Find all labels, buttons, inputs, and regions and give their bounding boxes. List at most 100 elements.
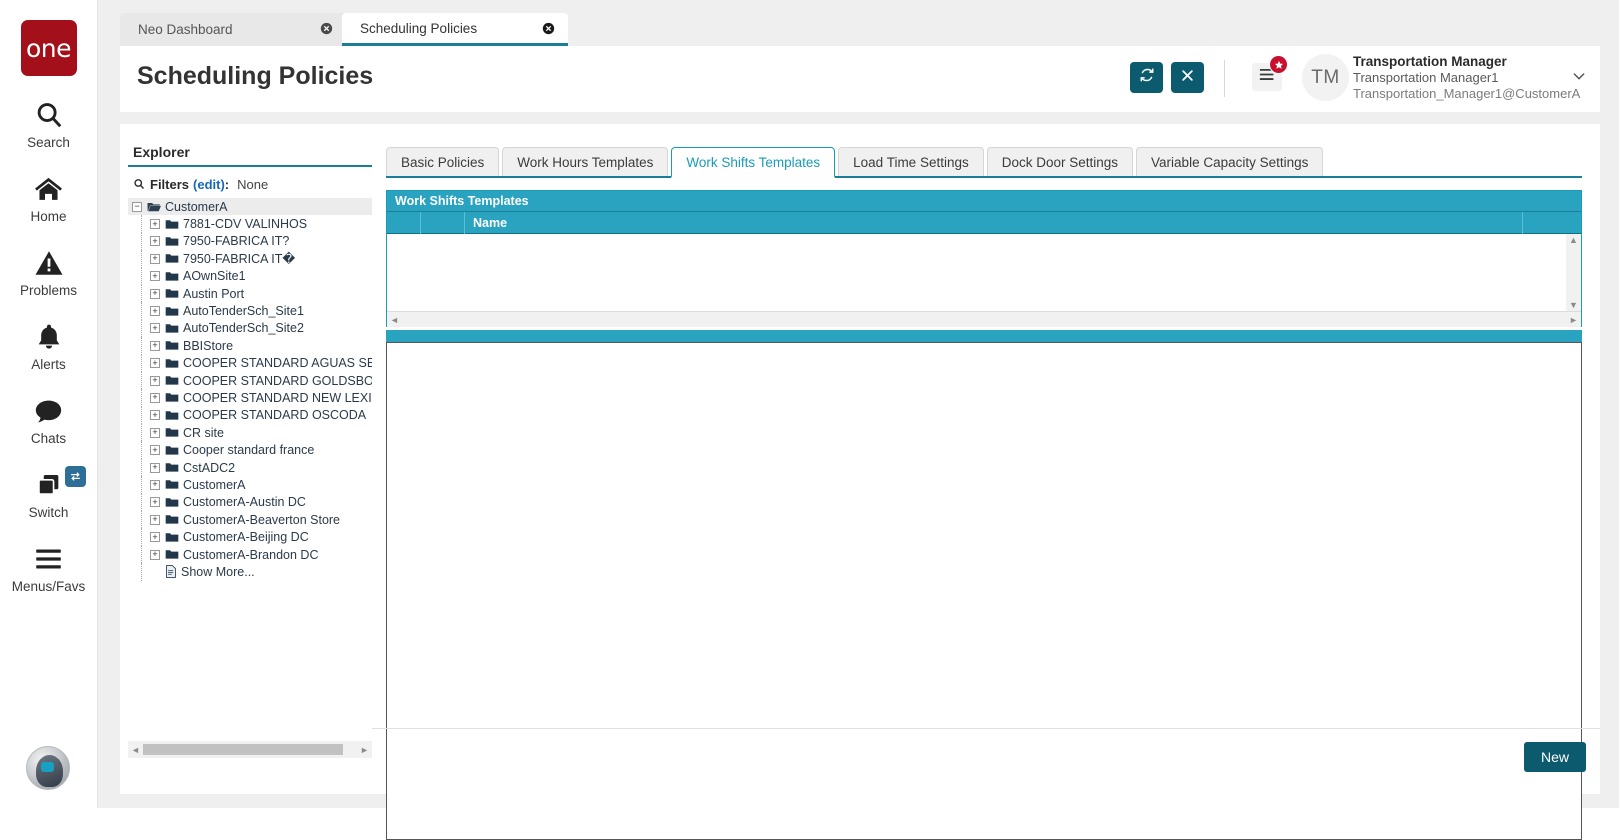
grid-body[interactable]: ▲ ▼ xyxy=(387,234,1581,311)
tree-node[interactable]: + COOPER STANDARD AGUAS SEALING (3 xyxy=(128,354,372,373)
expand-toggle-icon[interactable]: + xyxy=(150,479,160,490)
tree-node-label: Show More... xyxy=(181,564,255,579)
notifications-menu-button[interactable] xyxy=(1252,55,1288,91)
expand-toggle-icon[interactable]: + xyxy=(150,288,160,299)
expand-toggle-icon[interactable]: + xyxy=(150,462,160,473)
tree-show-more[interactable]: Show More... xyxy=(128,563,372,581)
tree-node[interactable]: + CustomerA-Beijing DC xyxy=(128,528,372,547)
tree-node[interactable]: + CustomerA-Austin DC xyxy=(128,493,372,512)
expand-toggle-icon[interactable]: + xyxy=(150,532,160,543)
folder-icon xyxy=(165,288,179,299)
tree-node[interactable]: + Austin Port xyxy=(128,284,372,303)
tree-node[interactable]: + CustomerA xyxy=(128,476,372,495)
scrollbar-thumb[interactable] xyxy=(143,744,343,755)
sidebar-item-chats[interactable]: Chats xyxy=(0,394,98,446)
folder-icon xyxy=(165,549,179,560)
grid-column-header[interactable] xyxy=(387,211,421,234)
explorer-horizontal-scrollbar[interactable]: ◄ ► xyxy=(128,741,372,758)
tree-node[interactable]: + AutoTenderSch_Site1 xyxy=(128,302,372,321)
expand-toggle-icon[interactable]: + xyxy=(150,497,160,508)
swap-arrows-icon[interactable] xyxy=(64,466,86,487)
grid-column-header[interactable]: Name xyxy=(465,211,1523,234)
tree-root-node[interactable]: − CustomerA xyxy=(128,198,372,216)
sidebar-item-switch[interactable]: Switch xyxy=(0,466,98,520)
tree-node[interactable]: + COOPER STANDARD GOLDSBORO xyxy=(128,371,372,390)
tab-variable-capacity-settings[interactable]: Variable Capacity Settings xyxy=(1136,147,1324,176)
avatar[interactable]: TM xyxy=(1302,54,1349,101)
tree-node[interactable]: + AOwnSite1 xyxy=(128,267,372,286)
expand-toggle-icon[interactable]: + xyxy=(150,219,160,230)
folder-icon xyxy=(165,253,179,264)
user-menu-toggle[interactable] xyxy=(1565,64,1593,92)
tree-node[interactable]: +7881-CDV VALINHOS xyxy=(128,215,372,234)
filters-value: None xyxy=(237,176,269,192)
close-icon[interactable] xyxy=(319,21,334,36)
tree-node[interactable]: +7950-FABRICA IT? xyxy=(128,232,372,251)
explorer-title: Explorer xyxy=(128,140,372,167)
expand-toggle-icon[interactable]: + xyxy=(150,358,160,369)
warning-triangle-icon xyxy=(34,246,64,280)
tree-node[interactable]: + CstADC2 xyxy=(128,458,372,477)
avatar-visor xyxy=(41,762,54,772)
scroll-up-arrow-icon[interactable]: ▲ xyxy=(1569,234,1578,246)
detail-panel[interactable] xyxy=(386,342,1582,840)
grid-vertical-scrollbar[interactable]: ▲ ▼ xyxy=(1566,234,1581,311)
expand-toggle-icon[interactable]: + xyxy=(150,392,160,403)
scroll-right-arrow-icon[interactable]: ► xyxy=(357,745,372,755)
expand-toggle-icon[interactable]: + xyxy=(150,549,160,560)
expand-toggle-icon[interactable]: + xyxy=(150,340,160,351)
tree-node[interactable]: + CustomerA-Beaverton Store xyxy=(128,511,372,529)
close-icon[interactable] xyxy=(541,21,556,36)
scroll-down-arrow-icon[interactable]: ▼ xyxy=(1569,299,1578,311)
tree-node[interactable]: +7950-FABRICA IT� xyxy=(128,250,372,268)
explorer-tree[interactable]: − CustomerA +7881-CDV VALINHOS +7950-FABR… xyxy=(128,198,372,722)
sidebar-item-problems[interactable]: Problems xyxy=(0,246,98,298)
tab-work-hours-templates[interactable]: Work Hours Templates xyxy=(502,147,669,176)
assistant-avatar[interactable] xyxy=(26,746,70,790)
tab-load-time-settings[interactable]: Load Time Settings xyxy=(838,147,984,176)
expand-toggle-icon[interactable]: + xyxy=(150,445,160,456)
tree-node[interactable]: + CustomerA-Brandon DC xyxy=(128,545,372,564)
sidebar-item-menus-favs[interactable]: Menus/Favs xyxy=(0,542,98,594)
app-logo-text: one xyxy=(25,33,72,63)
collapse-toggle-icon[interactable]: − xyxy=(132,201,142,212)
scroll-left-arrow-icon[interactable]: ◄ xyxy=(128,745,143,755)
detail-panel-header xyxy=(386,330,1582,342)
expand-toggle-icon[interactable]: + xyxy=(150,253,160,264)
expand-toggle-icon[interactable]: + xyxy=(150,410,160,421)
scroll-left-arrow-icon[interactable]: ◄ xyxy=(387,315,402,325)
grid-horizontal-scrollbar[interactable]: ◄ ► xyxy=(387,311,1581,327)
expand-toggle-icon[interactable]: + xyxy=(150,514,160,525)
new-button[interactable]: New xyxy=(1523,742,1586,772)
close-page-button[interactable] xyxy=(1171,62,1204,93)
scroll-right-arrow-icon[interactable]: ► xyxy=(1566,315,1581,325)
expand-toggle-icon[interactable]: + xyxy=(150,271,160,282)
grid-column-header[interactable] xyxy=(421,211,465,234)
expand-toggle-icon[interactable]: + xyxy=(150,375,160,386)
filters-edit-link[interactable]: (edit) xyxy=(193,177,225,192)
browser-tab-scheduling-policies[interactable]: Scheduling Policies xyxy=(342,13,568,46)
expand-toggle-icon[interactable]: + xyxy=(150,323,160,334)
expand-toggle-icon[interactable]: + xyxy=(150,306,160,317)
tab-basic-policies[interactable]: Basic Policies xyxy=(386,147,500,176)
app-logo[interactable]: one xyxy=(20,20,77,76)
sidebar-item-home[interactable]: Home xyxy=(0,172,98,224)
tree-node[interactable]: + AutoTenderSch_Site2 xyxy=(128,319,372,338)
expand-toggle-icon[interactable]: + xyxy=(150,427,160,438)
tree-node[interactable]: + CR site xyxy=(128,424,372,442)
tree-node-label: COOPER STANDARD AGUAS SEALING (3 xyxy=(183,356,372,371)
tree-node-label: AutoTenderSch_Site1 xyxy=(183,304,304,319)
expand-toggle-icon[interactable]: + xyxy=(150,236,160,247)
star-icon xyxy=(1269,55,1288,74)
tree-node[interactable]: + COOPER STANDARD NEW LEXINGTON xyxy=(128,389,372,408)
refresh-icon xyxy=(1139,67,1155,88)
tree-node[interactable]: + COOPER STANDARD OSCODA xyxy=(128,406,372,425)
sidebar-item-alerts[interactable]: Alerts xyxy=(0,320,98,372)
browser-tab-neo-dashboard[interactable]: Neo Dashboard xyxy=(120,13,346,46)
tree-node[interactable]: + Cooper standard france xyxy=(128,441,372,460)
refresh-button[interactable] xyxy=(1130,62,1163,93)
tab-dock-door-settings[interactable]: Dock Door Settings xyxy=(986,147,1134,176)
sidebar-item-search[interactable]: Search xyxy=(0,98,98,150)
tree-node[interactable]: + BBIStore xyxy=(128,337,372,355)
tab-work-shifts-templates[interactable]: Work Shifts Templates xyxy=(671,147,836,178)
